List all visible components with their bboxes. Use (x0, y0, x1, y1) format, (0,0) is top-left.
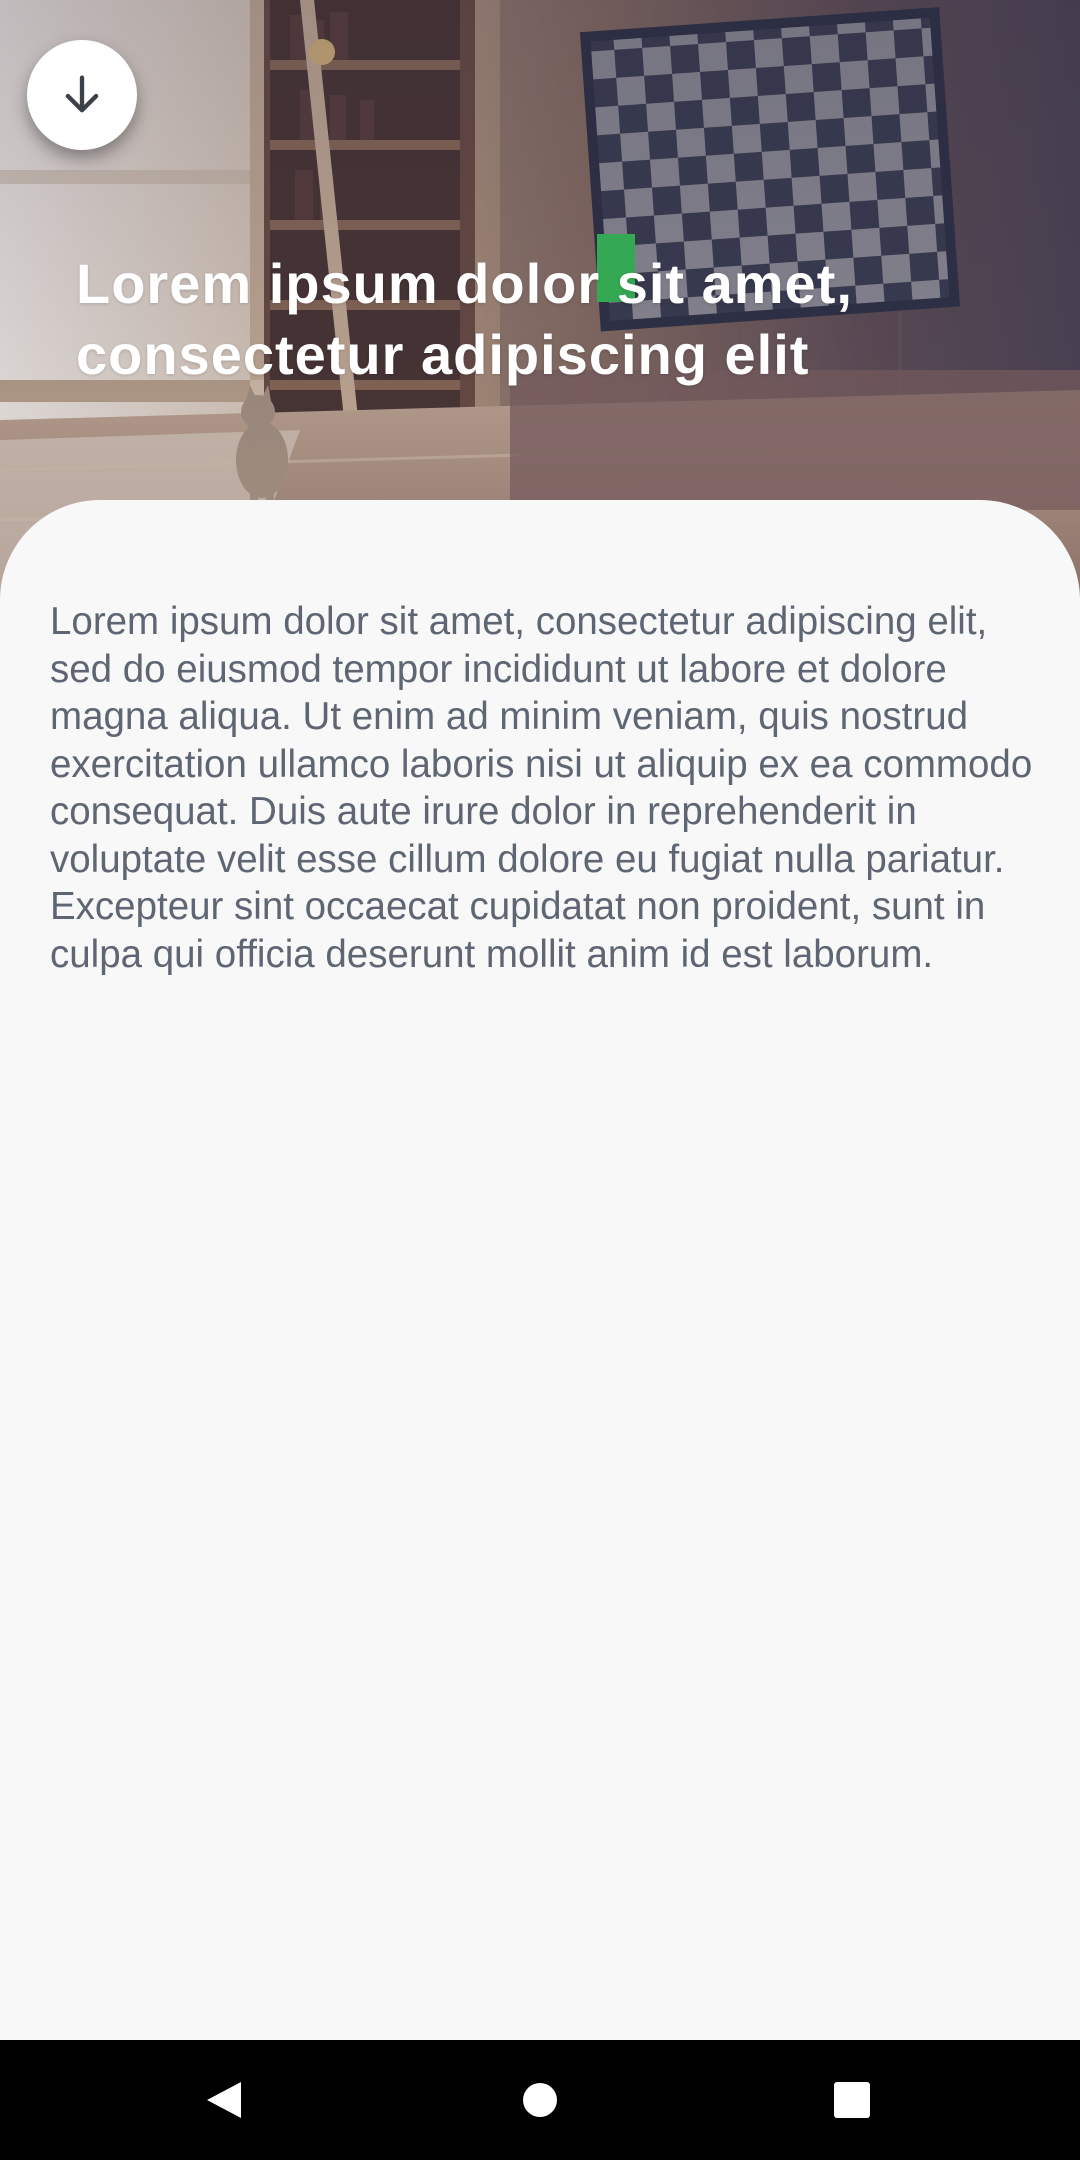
body-paragraph: Lorem ipsum dolor sit amet, consectetur … (50, 600, 1033, 976)
nav-recents-button[interactable] (822, 2070, 882, 2130)
back-triangle-icon (207, 2082, 241, 2118)
recents-square-icon (834, 2082, 870, 2118)
arrow-down-icon (65, 75, 99, 113)
collapse-button[interactable] (27, 40, 137, 150)
content-sheet: Lorem ipsum dolor sit amet, consectetur … (0, 500, 1080, 2040)
home-circle-icon (523, 2083, 557, 2117)
hero-title: Lorem ipsum dolor sit amet, consectetur … (76, 252, 853, 386)
nav-back-button[interactable] (195, 2070, 255, 2130)
system-navigation-bar (0, 2040, 1080, 2160)
nav-home-button[interactable] (510, 2070, 570, 2130)
screen: Lorem ipsum dolor sit amet, consectetur … (0, 0, 1080, 2160)
